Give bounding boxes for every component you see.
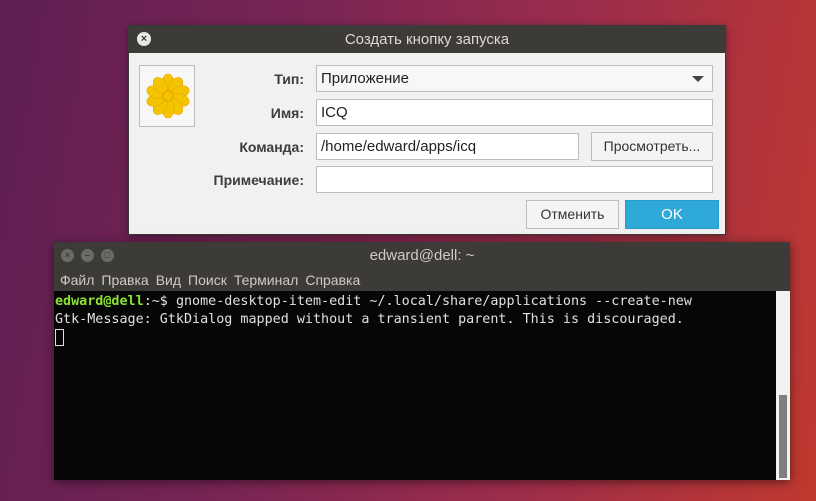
terminal-window: × – □ edward@dell: ~ Файл Правка Вид Поиск Т… (54, 242, 790, 480)
command-input[interactable]: /home/edward/apps/icq (316, 133, 579, 160)
close-icon[interactable]: × (137, 32, 151, 46)
menu-edit[interactable]: Правка (101, 272, 148, 288)
scrollbar[interactable] (776, 291, 790, 480)
command-text: gnome-desktop-item-edit ~/.local/share/a… (175, 294, 692, 309)
cancel-button[interactable]: Отменить (526, 200, 619, 229)
cursor (55, 329, 64, 346)
dialog-titlebar: × Создать кнопку запуска (129, 26, 725, 53)
name-input[interactable]: ICQ (316, 99, 713, 126)
close-icon[interactable]: × (61, 249, 74, 262)
type-label: Тип: (274, 71, 304, 87)
type-select[interactable]: Приложение (316, 65, 713, 92)
prompt-path: :~$ (143, 294, 176, 309)
icon-button[interactable] (139, 65, 195, 127)
output-line: Gtk-Message: GtkDialog mapped without a … (55, 312, 684, 327)
menu-help[interactable]: Справка (305, 272, 360, 288)
chevron-down-icon (692, 76, 704, 82)
comment-input[interactable] (316, 166, 713, 193)
flower-icon (146, 73, 190, 119)
menu-search[interactable]: Поиск (188, 272, 227, 288)
menu-file[interactable]: Файл (60, 272, 94, 288)
type-value: Приложение (321, 70, 409, 87)
name-label: Имя: (270, 105, 304, 121)
prompt-user: edward@dell (55, 294, 144, 309)
terminal-title: edward@dell: ~ (369, 247, 475, 264)
maximize-icon[interactable]: □ (101, 249, 114, 262)
ok-button[interactable]: OK (625, 200, 719, 229)
terminal-titlebar: × – □ edward@dell: ~ (54, 242, 790, 269)
command-label: Команда: (239, 139, 304, 155)
menubar: Файл Правка Вид Поиск Терминал Справка (54, 269, 790, 291)
create-launcher-dialog: × Создать кнопку запуска Тип: Приложение… (128, 25, 726, 235)
terminal-output[interactable]: edward@dell:~$ gnome-desktop-item-edit ~… (54, 291, 776, 480)
dialog-title: Создать кнопку запуска (344, 31, 510, 48)
minimize-icon[interactable]: – (81, 249, 94, 262)
browse-button[interactable]: Просмотреть... (591, 132, 713, 161)
menu-view[interactable]: Вид (156, 272, 181, 288)
command-line: edward@dell:~$ gnome-desktop-item-edit ~… (55, 293, 776, 311)
menu-terminal[interactable]: Терминал (234, 272, 298, 288)
comment-label: Примечание: (213, 172, 304, 188)
scrollbar-thumb[interactable] (779, 394, 787, 479)
